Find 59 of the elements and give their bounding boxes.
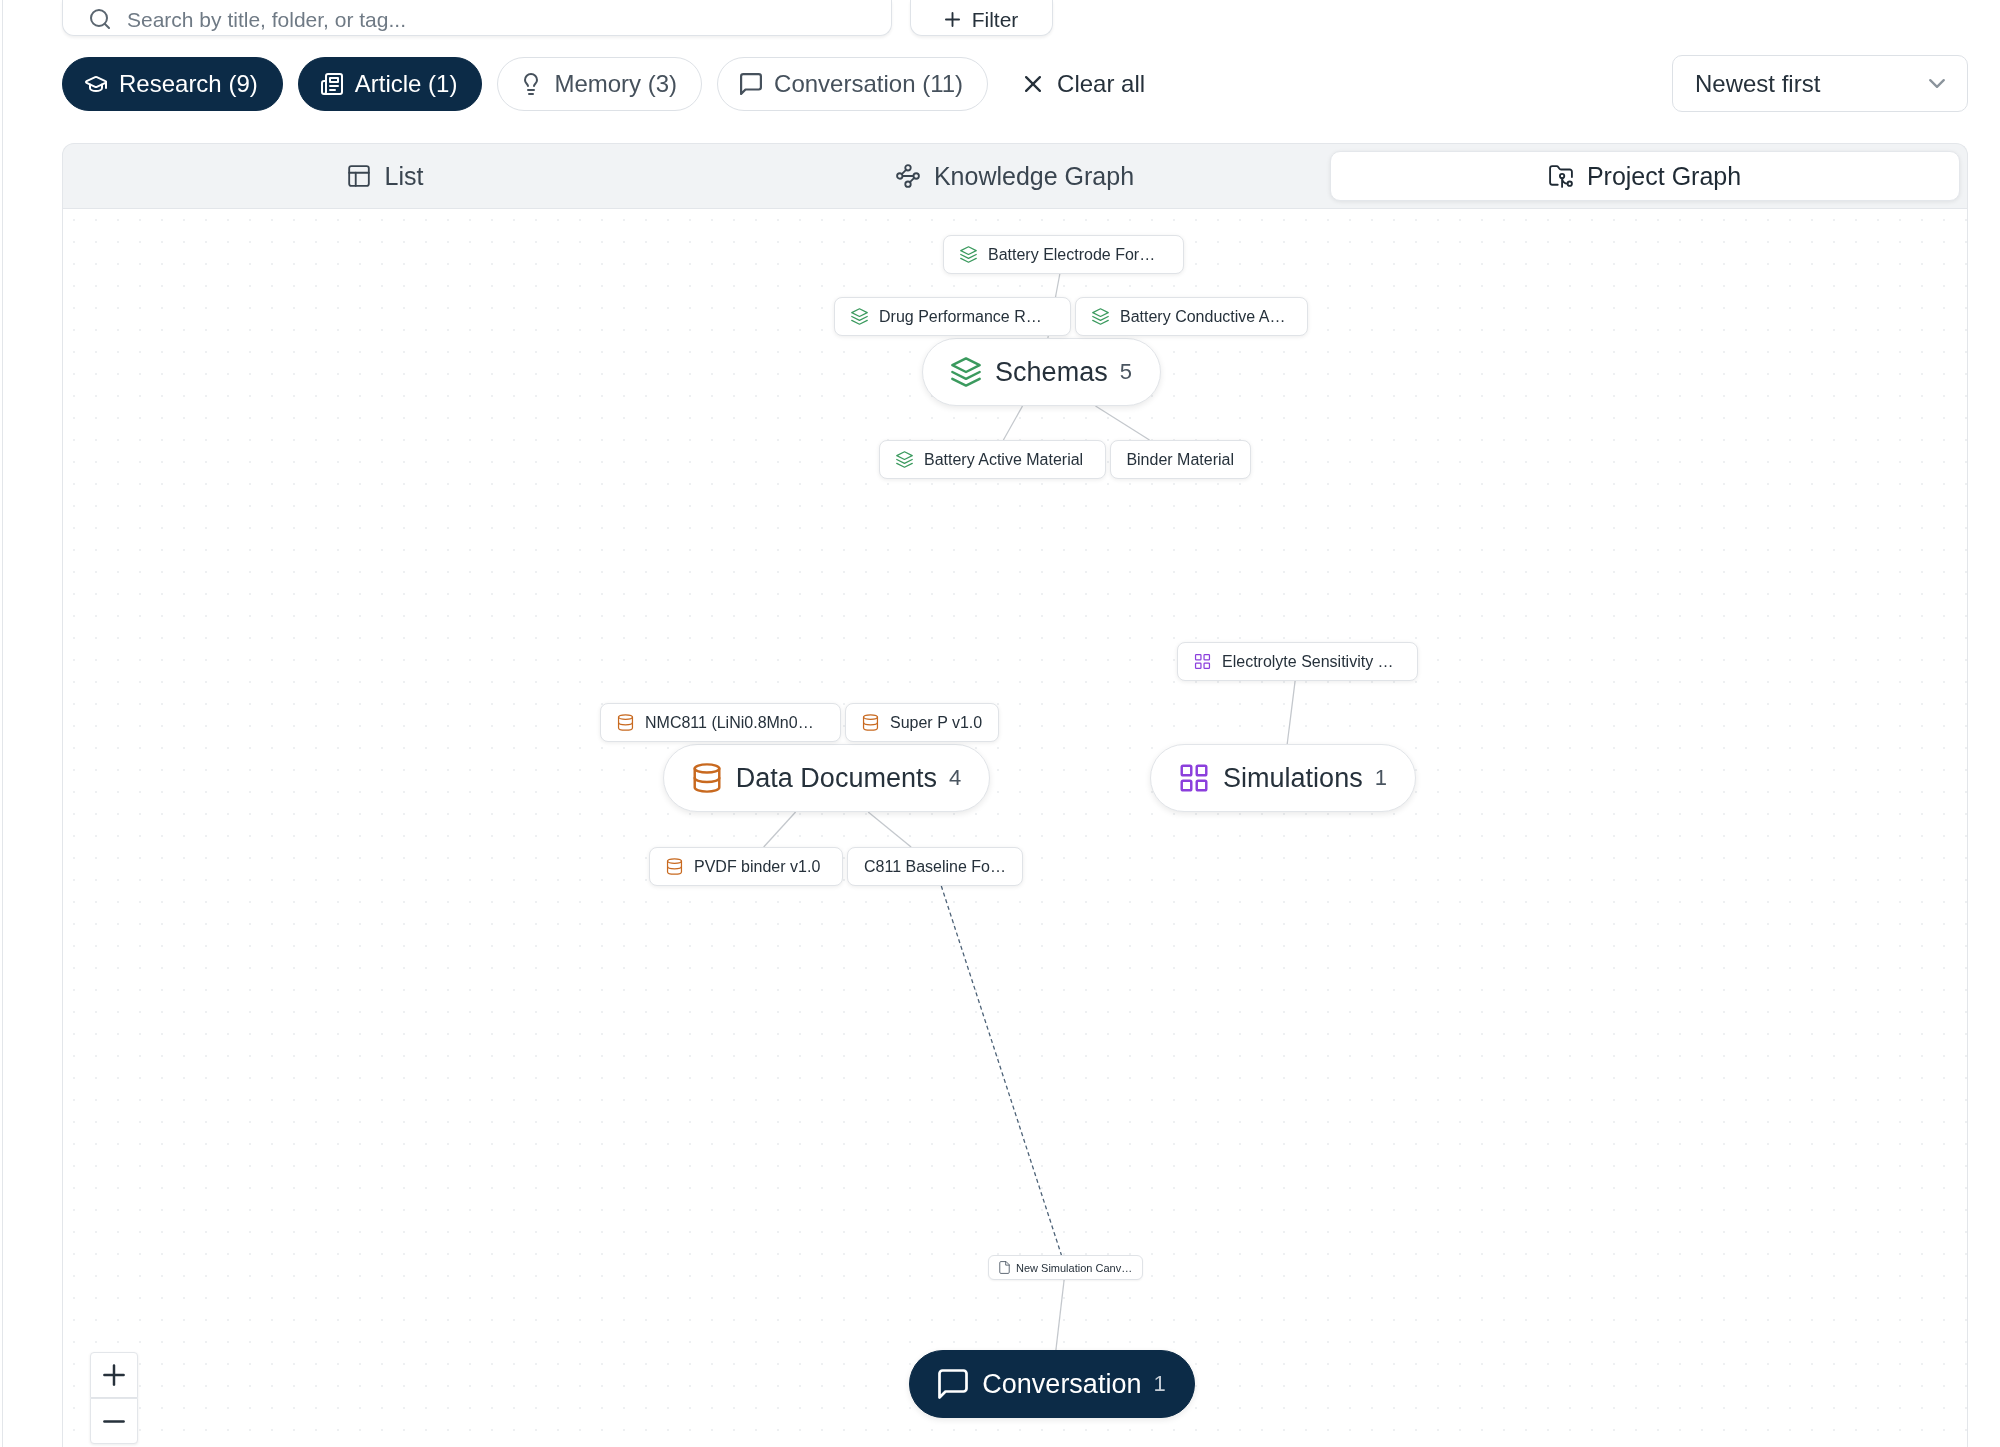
connector-line (1094, 405, 1151, 441)
connector-line (867, 811, 912, 848)
filter-chip[interactable]: Article (1) (297, 56, 483, 111)
layers-icon (1092, 308, 1109, 325)
filter-chip[interactable]: Research (9) (62, 56, 283, 111)
database-icon (862, 714, 879, 731)
connector-line (1286, 680, 1296, 745)
graph-nodes-icon (895, 164, 920, 188)
cluster-node[interactable]: Data Documents 4 (663, 744, 990, 812)
graph-node[interactable]: C811 Baseline Fo… (847, 847, 1023, 886)
plus-icon (103, 1364, 125, 1386)
graph-node[interactable]: Electrolyte Sensitivity … (1177, 642, 1418, 681)
minus-icon (103, 1419, 125, 1423)
search-icon (90, 9, 110, 29)
view-tab[interactable]: Project Graph (1330, 151, 1960, 201)
chat-bubble-icon (740, 72, 763, 95)
graph-node[interactable]: Battery Conductive A… (1075, 297, 1308, 336)
zoom-out-button[interactable] (90, 1398, 138, 1444)
node-count: 1 (1153, 1371, 1166, 1397)
layers-icon (960, 246, 977, 263)
cluster-node[interactable]: Simulations 1 (1150, 744, 1416, 812)
layers-icon (851, 308, 868, 325)
view-tab[interactable]: Knowledge Graph (700, 151, 1330, 201)
graph-node[interactable]: Binder Material (1110, 440, 1251, 479)
filter-chip[interactable]: Conversation (11) (717, 56, 989, 111)
graph-node[interactable]: Battery Electrode For… (943, 235, 1184, 274)
zoom-in-button[interactable] (90, 1352, 138, 1398)
graph-node[interactable]: Battery Active Material (879, 440, 1106, 479)
node-count: 5 (1119, 359, 1132, 385)
grid-icon (1194, 653, 1211, 670)
filter-chip[interactable]: Memory (3) (497, 56, 703, 111)
database-icon (617, 714, 634, 731)
plus-icon (944, 12, 960, 27)
chevron-down-icon (1929, 79, 1945, 88)
graph-node[interactable]: NMC811 (LiNi0.8Mn0… (600, 703, 841, 742)
search-field[interactable]: Search by title, folder, or tag... (62, 0, 892, 36)
connector-line (1002, 405, 1024, 441)
cluster-node[interactable]: Schemas 5 (922, 338, 1161, 406)
chat-bubble-icon (938, 1369, 969, 1399)
graph-node[interactable]: PVDF binder v1.0 (649, 847, 843, 886)
graph-node[interactable]: New Simulation Canv… (988, 1255, 1144, 1280)
database-icon (666, 858, 683, 875)
connector-line (1055, 1279, 1065, 1351)
filter-button[interactable]: Filter (910, 0, 1053, 36)
layers-icon (896, 451, 913, 468)
document-icon (999, 1261, 1010, 1274)
graph-node[interactable]: Super P v1.0 (845, 703, 1000, 742)
newspaper-icon (320, 72, 343, 95)
view-tab[interactable]: List (70, 151, 700, 201)
clear-all-button[interactable]: Clear all (1021, 63, 1150, 104)
connector-line (763, 811, 797, 848)
node-count: 1 (1374, 765, 1387, 791)
cluster-node[interactable]: Conversation 1 (909, 1350, 1195, 1418)
table-icon (346, 164, 371, 188)
sort-dropdown[interactable]: Newest first (1672, 55, 1968, 112)
graph-node[interactable]: Drug Performance R… (834, 297, 1071, 336)
close-icon (1025, 75, 1042, 92)
folder-icon (1548, 164, 1573, 188)
node-count: 4 (948, 765, 962, 791)
